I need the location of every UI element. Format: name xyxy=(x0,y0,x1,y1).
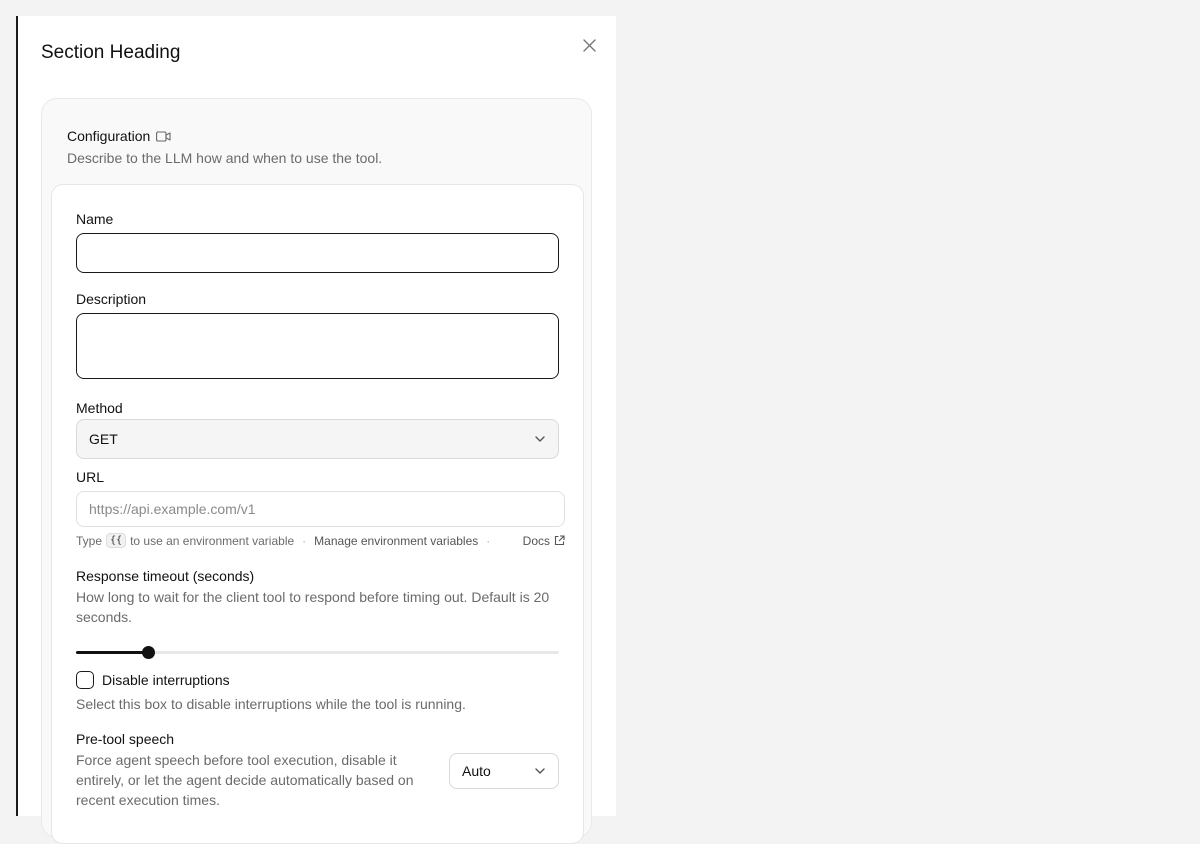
manage-env-link[interactable]: Manage environment variables xyxy=(314,534,478,548)
url-hint-code: {{ xyxy=(106,533,127,548)
description-textarea[interactable] xyxy=(76,313,559,379)
url-input[interactable]: https://api.example.com/v1 xyxy=(76,491,565,527)
name-label: Name xyxy=(76,211,114,227)
pre-tool-speech-help: Force agent speech before tool execution… xyxy=(76,752,414,808)
pre-tool-speech-value: Auto xyxy=(462,763,491,779)
url-placeholder: https://api.example.com/v1 xyxy=(89,501,256,517)
close-icon xyxy=(582,38,596,52)
configuration-heading: Configuration xyxy=(67,128,171,144)
disable-interruptions-help: Select this box to disable interruptions… xyxy=(76,696,466,712)
url-hint-prefix: Type xyxy=(76,533,103,548)
video-icon[interactable] xyxy=(156,130,171,142)
url-hint-suffix: to use an environment variable xyxy=(130,533,295,548)
configuration-card: Configuration Describe to the LLM how an… xyxy=(41,98,592,844)
url-label: URL xyxy=(76,469,105,485)
configuration-title: Configuration xyxy=(67,128,151,144)
configuration-subtitle: Describe to the LLM how and when to use … xyxy=(67,150,383,166)
pre-tool-speech-label: Pre-tool speech xyxy=(76,731,175,747)
separator-dot: · xyxy=(302,533,307,548)
method-label: Method xyxy=(76,400,123,416)
url-hint: Type {{ to use an environment variable ·… xyxy=(76,533,565,548)
description-label: Description xyxy=(76,291,147,307)
docs-link[interactable]: Docs xyxy=(523,534,565,548)
method-value: GET xyxy=(89,431,118,447)
disable-interruptions-checkbox[interactable] xyxy=(76,671,94,689)
external-link-icon xyxy=(554,535,565,546)
separator-dot: · xyxy=(486,533,491,548)
close-button[interactable] xyxy=(580,36,598,54)
timeout-label: Response timeout (seconds) xyxy=(76,568,255,584)
timeout-slider-fill xyxy=(76,651,149,654)
panel-title: Section Heading xyxy=(41,42,181,63)
chevron-down-icon xyxy=(535,436,545,442)
name-input[interactable] xyxy=(76,233,559,273)
tool-form: Name Description Method GET URL https://… xyxy=(51,184,584,844)
timeout-slider[interactable] xyxy=(76,646,559,659)
method-select[interactable]: GET xyxy=(76,419,559,459)
timeout-help: How long to wait for the client tool to … xyxy=(76,589,550,625)
side-panel: Section Heading Configuration Describe t… xyxy=(16,16,616,844)
docs-link-label: Docs xyxy=(522,533,550,548)
timeout-slider-thumb[interactable] xyxy=(142,646,156,659)
disable-interruptions-label[interactable]: Disable interruptions xyxy=(102,672,230,688)
pre-tool-speech-select[interactable]: Auto xyxy=(449,753,559,789)
chevron-down-icon xyxy=(535,768,545,774)
disable-interruptions-row: Disable interruptions xyxy=(76,671,230,689)
